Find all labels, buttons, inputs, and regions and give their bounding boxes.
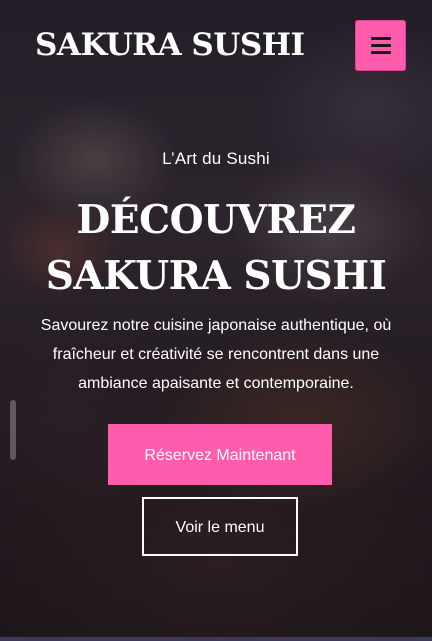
hero-description: Savourez notre cuisine japonaise authent… xyxy=(40,317,392,392)
bottom-divider xyxy=(0,637,432,641)
hero-headline-line1: DÉCOUVREZ xyxy=(76,197,356,243)
view-menu-button[interactable]: Voir le menu xyxy=(142,497,298,556)
menu-toggle-button[interactable] xyxy=(355,20,406,71)
reserve-now-button[interactable]: Réservez Maintenant xyxy=(108,424,332,485)
hero-headline-line2: SAKURA SUSHI xyxy=(45,253,387,299)
decorative-plate-edge xyxy=(10,400,16,460)
hero-headline: DÉCOUVREZ SAKURA SUSHI xyxy=(20,192,412,304)
hamburger-menu-icon xyxy=(371,37,391,54)
site-header: SAKURA SUSHI xyxy=(0,0,432,92)
page: SAKURA SUSHI L’Art du Sushi DÉCOUVREZ SA… xyxy=(0,0,432,641)
hero-kicker: L’Art du Sushi xyxy=(162,149,270,168)
brand-logo[interactable]: SAKURA SUSHI xyxy=(35,27,305,63)
